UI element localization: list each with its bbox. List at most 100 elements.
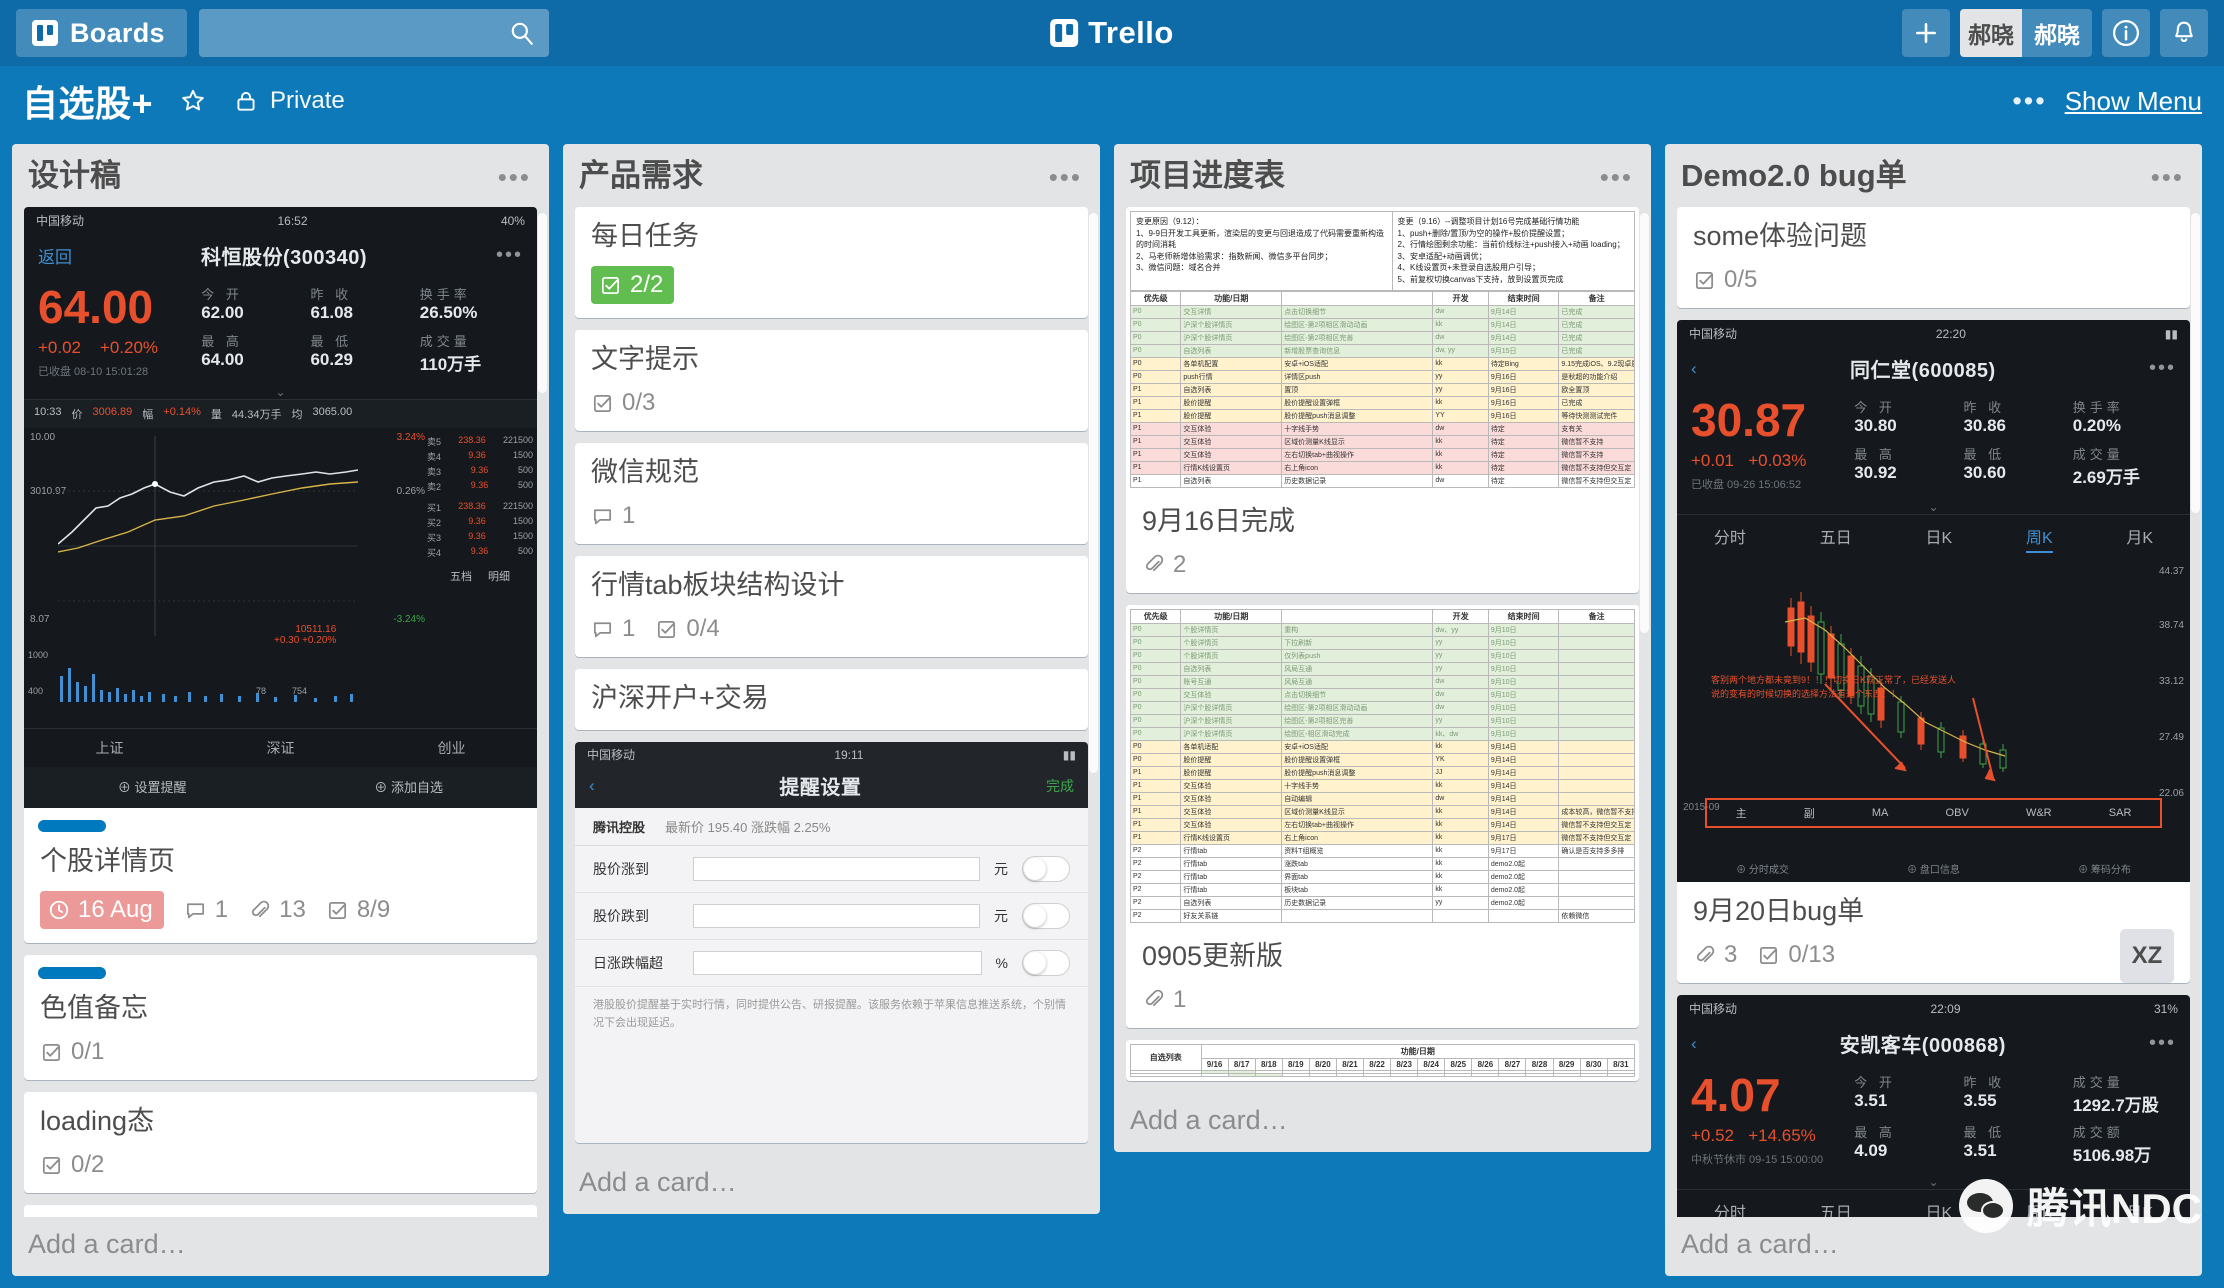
back-icon[interactable]: ‹ [589, 776, 595, 796]
more-icon: ••• [495, 244, 523, 266]
alert-price-input[interactable] [693, 857, 980, 882]
list-menu-icon[interactable]: ••• [1598, 158, 1635, 197]
ind-main[interactable]: 主 [1736, 805, 1747, 821]
ticker-cell: 幅 [142, 409, 154, 421]
trello-logo[interactable]: Trello [1050, 15, 1174, 51]
label-blue[interactable] [38, 820, 106, 832]
add-card-button[interactable]: Add a card… [1114, 1093, 1651, 1152]
list-title[interactable]: Demo2.0 bug单 [1681, 158, 1907, 194]
stat-value: 3.51 [1854, 1091, 1888, 1111]
card-ux-issues[interactable]: some体验问题 0/5 [1677, 207, 2190, 309]
avatar[interactable]: XZ [2120, 929, 2174, 984]
list-scrollbar[interactable] [538, 213, 547, 393]
tab-five-level[interactable]: 五档 [450, 568, 472, 584]
ind-sub[interactable]: 副 [1804, 805, 1815, 821]
ind-sar[interactable]: SAR [2109, 807, 2132, 819]
card-stock-detail[interactable]: 中国移动 16:52 40% 返回 科恒股份(300340) ••• 64.00 [24, 207, 537, 944]
card-watchlist-design[interactable]: 自选列表维持现有设计 [24, 1205, 537, 1217]
user-menu[interactable]: 郝晓 郝晓 [1960, 9, 2092, 57]
card-wechat-spec[interactable]: 微信规范 1 [575, 443, 1088, 545]
cell: yy [1432, 635, 1489, 650]
cell: 9月14日 [1487, 817, 1560, 832]
tab-sh[interactable]: 上证 [96, 738, 124, 758]
alert-price-input[interactable] [693, 904, 980, 929]
tab-5day[interactable]: 五日 [1820, 524, 1852, 553]
list-scrollbar[interactable] [2191, 213, 2200, 513]
list-menu-icon[interactable]: ••• [2149, 158, 2186, 197]
star-board-button[interactable] [179, 87, 207, 115]
footer-tab-orderbook[interactable]: ⊕ 盘口信息 [1907, 861, 1960, 876]
card-sep20-bugs[interactable]: 中国移动 22:20 ▮▮ ‹ 同仁堂(600085) ••• 30.87 +0… [1677, 320, 2190, 984]
info-button[interactable] [2102, 9, 2150, 57]
add-card-button[interactable]: Add a card… [12, 1217, 549, 1276]
show-menu-link[interactable]: Show Menu [2065, 86, 2202, 117]
alert-toggle[interactable] [1022, 856, 1070, 883]
more-icon: ••• [2148, 1032, 2176, 1055]
set-alert-button[interactable]: ⊕ 设置提醒 [118, 777, 187, 796]
search-input[interactable] [198, 9, 549, 57]
list-title[interactable]: 项目进度表 [1130, 158, 1285, 194]
footer-tab-chips[interactable]: ⊕ 筹码分布 [2078, 861, 2131, 876]
comments-badge: 1 [184, 896, 228, 924]
card-color-memo[interactable]: 色值备忘 0/1 [24, 955, 537, 1081]
list-title[interactable]: 产品需求 [579, 158, 703, 194]
cell: yy [1432, 369, 1489, 384]
add-watchlist-button[interactable]: ⊕ 添加自选 [374, 777, 443, 796]
add-card-button[interactable]: Add a card… [1665, 1217, 2202, 1276]
tab-intraday[interactable]: 分时 [1714, 524, 1746, 553]
footer-tab-trades[interactable]: ⊕ 分时成交 [1736, 861, 1789, 876]
back-icon[interactable]: ‹ [1691, 359, 1697, 379]
alert-toggle[interactable] [1022, 950, 1070, 977]
add-card-button[interactable]: Add a card… [563, 1155, 1100, 1214]
stat-key: 成交额 [2072, 1124, 2124, 1140]
tab-dayk[interactable]: 日K [1925, 1199, 1952, 1217]
alert-pct-input[interactable] [693, 951, 982, 976]
done-button[interactable]: 完成 [1046, 776, 1074, 796]
notifications-button[interactable] [2160, 9, 2208, 57]
list-title[interactable]: 设计稿 [28, 158, 121, 194]
stat-value: 62.00 [201, 303, 244, 322]
card-sep16-done[interactable]: 变更原因（9.12）： 1、9-9日开发工具更新，渲染层的变更与回退造成了代码需… [1126, 207, 1639, 593]
tab-sz[interactable]: 深证 [267, 738, 295, 758]
card-schedule-gantt[interactable]: 自选列表 功能/日期 9/16 8/17 8/18 8/19 8/20 8/21… [1126, 1039, 1639, 1081]
card-alert-settings-preview[interactable]: 中国移动 19:11 ▮▮ ‹ 提醒设置 完成 腾讯控股 最新价 195.40 … [575, 742, 1088, 1143]
search-icon[interactable] [509, 20, 535, 46]
tab-monthk[interactable]: 月K [2126, 1199, 2153, 1217]
list-menu-icon[interactable]: ••• [496, 158, 533, 197]
card-market-tab-structure[interactable]: 行情tab板块结构设计 1 0/4 [575, 556, 1088, 658]
tab-weekk[interactable]: 周K [2025, 524, 2053, 554]
add-button[interactable] [1902, 9, 1950, 57]
board-more-icon[interactable]: ••• [2012, 86, 2046, 117]
card-hs-account-trading[interactable]: 沪深开户+交易 [575, 669, 1088, 731]
tab-intraday[interactable]: 分时 [1714, 1199, 1746, 1217]
alert-label: 日涨跌幅超 [593, 955, 663, 972]
tab-weekk[interactable]: 周K [2026, 1199, 2053, 1217]
date-cell: 8/30 [1579, 1057, 1608, 1071]
label-blue[interactable] [38, 967, 106, 980]
card-text-hint[interactable]: 文字提示 0/3 [575, 330, 1088, 432]
back-icon[interactable]: ‹ [1691, 1034, 1697, 1054]
ind-ma[interactable]: MA [1872, 807, 1889, 819]
tab-dayk[interactable]: 日K [1925, 524, 1952, 553]
card-ankai-preview[interactable]: 中国移动 22:09 31% ‹ 安凯客车(000868) ••• 4.07 +… [1677, 995, 2190, 1217]
alert-toggle[interactable] [1022, 903, 1070, 930]
list-menu-icon[interactable]: ••• [1047, 158, 1084, 197]
tab-cyb[interactable]: 创业 [438, 738, 466, 758]
card-0905-update[interactable]: 优先级 功能/日期 开发 结束时间 备注 P0 个股详情页 重构 dw、yy 9月10日… [1126, 604, 1639, 1028]
board-visibility[interactable]: Private [233, 87, 345, 115]
tab-detail[interactable]: 明细 [488, 568, 510, 584]
list-scrollbar[interactable] [1089, 213, 1098, 773]
ind-obv[interactable]: OBV [1946, 807, 1969, 819]
stat-value: 30.80 [1854, 416, 1897, 436]
tab-5day[interactable]: 五日 [1820, 1199, 1852, 1217]
boards-button[interactable]: Boards [16, 9, 187, 57]
card-daily-task[interactable]: 每日任务 2/2 [575, 207, 1088, 319]
search-box[interactable] [198, 9, 549, 57]
page-title[interactable]: 自选股+ [22, 75, 153, 127]
card-loading-state[interactable]: loading态 0/2 [24, 1092, 537, 1194]
list-scrollbar[interactable] [1640, 213, 1649, 633]
due-date-badge[interactable]: 16 Aug [40, 891, 164, 930]
ind-wr[interactable]: W&R [2026, 807, 2052, 819]
stock-timestamp: 已收盘 08-10 15:01:28 [38, 366, 149, 378]
tab-monthk[interactable]: 月K [2126, 524, 2153, 553]
